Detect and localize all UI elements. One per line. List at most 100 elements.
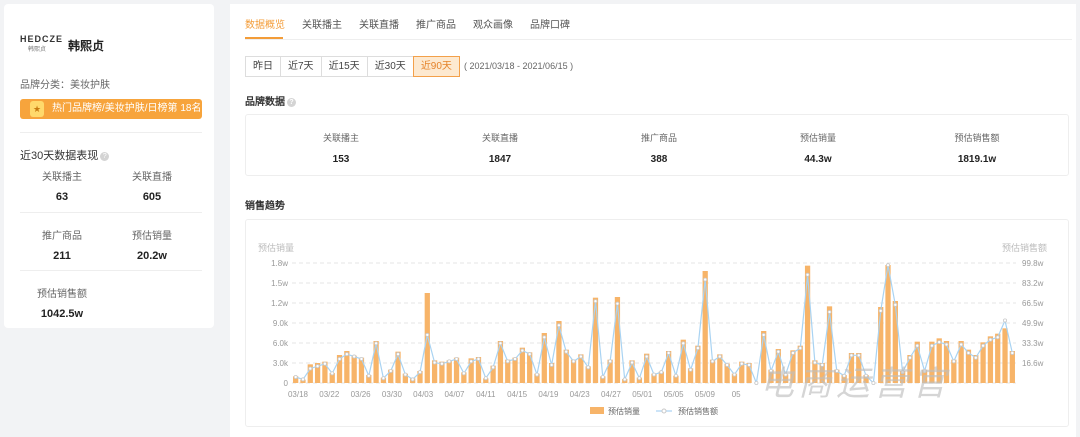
line-point bbox=[878, 308, 883, 313]
brand-category: 品牌分类：美妆护肤 bbox=[20, 80, 110, 91]
divider bbox=[20, 270, 202, 271]
line-point bbox=[315, 364, 320, 369]
y-tick-label: 0 bbox=[284, 379, 289, 388]
legend-bar-label: 预估销量 bbox=[608, 406, 640, 416]
range-30-days[interactable]: 近30天 bbox=[366, 56, 414, 77]
line-point bbox=[542, 335, 547, 340]
help-icon[interactable]: ? bbox=[287, 97, 296, 107]
line-point bbox=[812, 360, 817, 365]
bar bbox=[878, 307, 884, 383]
line-point bbox=[659, 370, 664, 375]
y2-axis-title: 预估销售额 bbox=[1002, 242, 1047, 253]
recent-30-days-title-text: 近30天数据表现 bbox=[20, 150, 99, 162]
line-point bbox=[439, 361, 444, 366]
tab-audience[interactable]: 观众画像 bbox=[473, 16, 513, 31]
x-tick-label: 04/15 bbox=[507, 390, 528, 399]
y2-tick-label: 66.5w bbox=[1022, 299, 1044, 308]
stat-label: 推广商品 bbox=[42, 231, 82, 242]
bar bbox=[512, 357, 518, 383]
tab-products[interactable]: 推广商品 bbox=[416, 16, 456, 31]
active-tab-indicator bbox=[245, 37, 283, 39]
bar bbox=[351, 355, 357, 383]
bar bbox=[856, 353, 862, 383]
recent-stat-sales-volume: 预估销量 20.2w bbox=[107, 227, 197, 262]
rank-banner[interactable]: ★ 热门品牌榜/美妆护肤/日榜第 18名 bbox=[20, 99, 202, 119]
stat-label: 预估销量 bbox=[799, 133, 836, 143]
line-point bbox=[381, 376, 386, 381]
line-point bbox=[666, 350, 671, 355]
legend-line-marker bbox=[661, 408, 667, 414]
trophy-icon: ★ bbox=[30, 101, 44, 117]
tab-overview[interactable]: 数据概览 bbox=[245, 16, 285, 31]
line-point bbox=[337, 356, 342, 361]
line-point bbox=[959, 342, 964, 347]
stat-label: 关联播主 bbox=[42, 172, 82, 183]
line-point bbox=[834, 368, 839, 373]
stat-value: 20.2w bbox=[137, 250, 167, 262]
recent-30-days-title: 近30天数据表现? bbox=[20, 147, 110, 163]
x-tick-label: 03/22 bbox=[319, 390, 340, 399]
x-tick-label: 04/07 bbox=[444, 390, 465, 399]
line-point bbox=[571, 359, 576, 364]
recent-stat-lives: 关联直播 605 bbox=[107, 168, 197, 203]
x-tick-label: 03/26 bbox=[351, 390, 372, 399]
bar bbox=[987, 336, 994, 383]
line-point bbox=[893, 302, 898, 307]
range-90-days[interactable]: 近90天 bbox=[412, 56, 460, 77]
bar bbox=[702, 271, 708, 383]
line-point bbox=[907, 355, 912, 360]
line-point bbox=[586, 365, 591, 370]
line-point bbox=[520, 348, 525, 353]
x-tick-label: 04/23 bbox=[570, 390, 591, 399]
line-point bbox=[842, 373, 847, 378]
tab-lives[interactable]: 关联直播 bbox=[359, 16, 399, 31]
line-point bbox=[556, 323, 561, 328]
bar bbox=[790, 350, 796, 383]
line-point bbox=[447, 359, 452, 364]
line-point bbox=[417, 370, 422, 375]
line-point bbox=[1010, 350, 1015, 355]
y2-tick-label: 99.8w bbox=[1022, 259, 1044, 268]
brand-logo-text: HEDCZE bbox=[20, 34, 64, 44]
line-point bbox=[769, 368, 774, 373]
bar bbox=[804, 265, 811, 383]
tab-creators[interactable]: 关联播主 bbox=[302, 16, 342, 31]
line-point bbox=[995, 335, 1000, 340]
line-point bbox=[688, 367, 693, 372]
line-point bbox=[944, 342, 949, 347]
brand-data-title: 品牌数据? bbox=[245, 93, 296, 108]
line-point bbox=[469, 359, 474, 364]
range-yesterday[interactable]: 昨日 bbox=[245, 56, 281, 77]
line-point bbox=[578, 354, 583, 359]
range-15-days[interactable]: 近15天 bbox=[320, 56, 368, 77]
line-point bbox=[366, 373, 371, 378]
line-point bbox=[476, 356, 481, 361]
y-tick-label: 3.0k bbox=[273, 359, 289, 368]
stat-value: 63 bbox=[55, 191, 69, 203]
line-point bbox=[864, 373, 869, 378]
line-point bbox=[937, 340, 942, 345]
help-icon[interactable]: ? bbox=[100, 151, 110, 161]
stat-value: 388 bbox=[650, 154, 668, 165]
line-point bbox=[308, 366, 313, 371]
line-point bbox=[805, 272, 810, 277]
tab-reputation[interactable]: 品牌口碑 bbox=[530, 16, 570, 31]
range-7-days[interactable]: 近7天 bbox=[280, 56, 322, 77]
line-point bbox=[388, 368, 393, 373]
line-point bbox=[491, 365, 496, 370]
bar bbox=[995, 333, 1001, 383]
main-content: 数据概览 关联播主 关联直播 推广商品 观众画像 品牌口碑 昨日 近7天 近15… bbox=[230, 4, 1076, 437]
brand-data-card: 关联播主 153 关联直播 1847 推广商品 388 预估销量 44.3w 预… bbox=[245, 114, 1069, 176]
divider bbox=[20, 212, 202, 213]
tab-bar: 数据概览 关联播主 关联直播 推广商品 观众画像 品牌口碑 bbox=[245, 4, 1072, 40]
line-point bbox=[981, 343, 986, 348]
line-point bbox=[527, 352, 532, 357]
bar bbox=[797, 345, 803, 383]
bar bbox=[695, 345, 701, 383]
line-point bbox=[725, 362, 730, 367]
line-point bbox=[849, 353, 854, 358]
recent-stat-sales-amount: 预估销售额 1042.5w bbox=[17, 285, 107, 320]
line-point bbox=[396, 352, 401, 357]
line-point bbox=[593, 299, 598, 304]
line-point bbox=[732, 372, 737, 377]
